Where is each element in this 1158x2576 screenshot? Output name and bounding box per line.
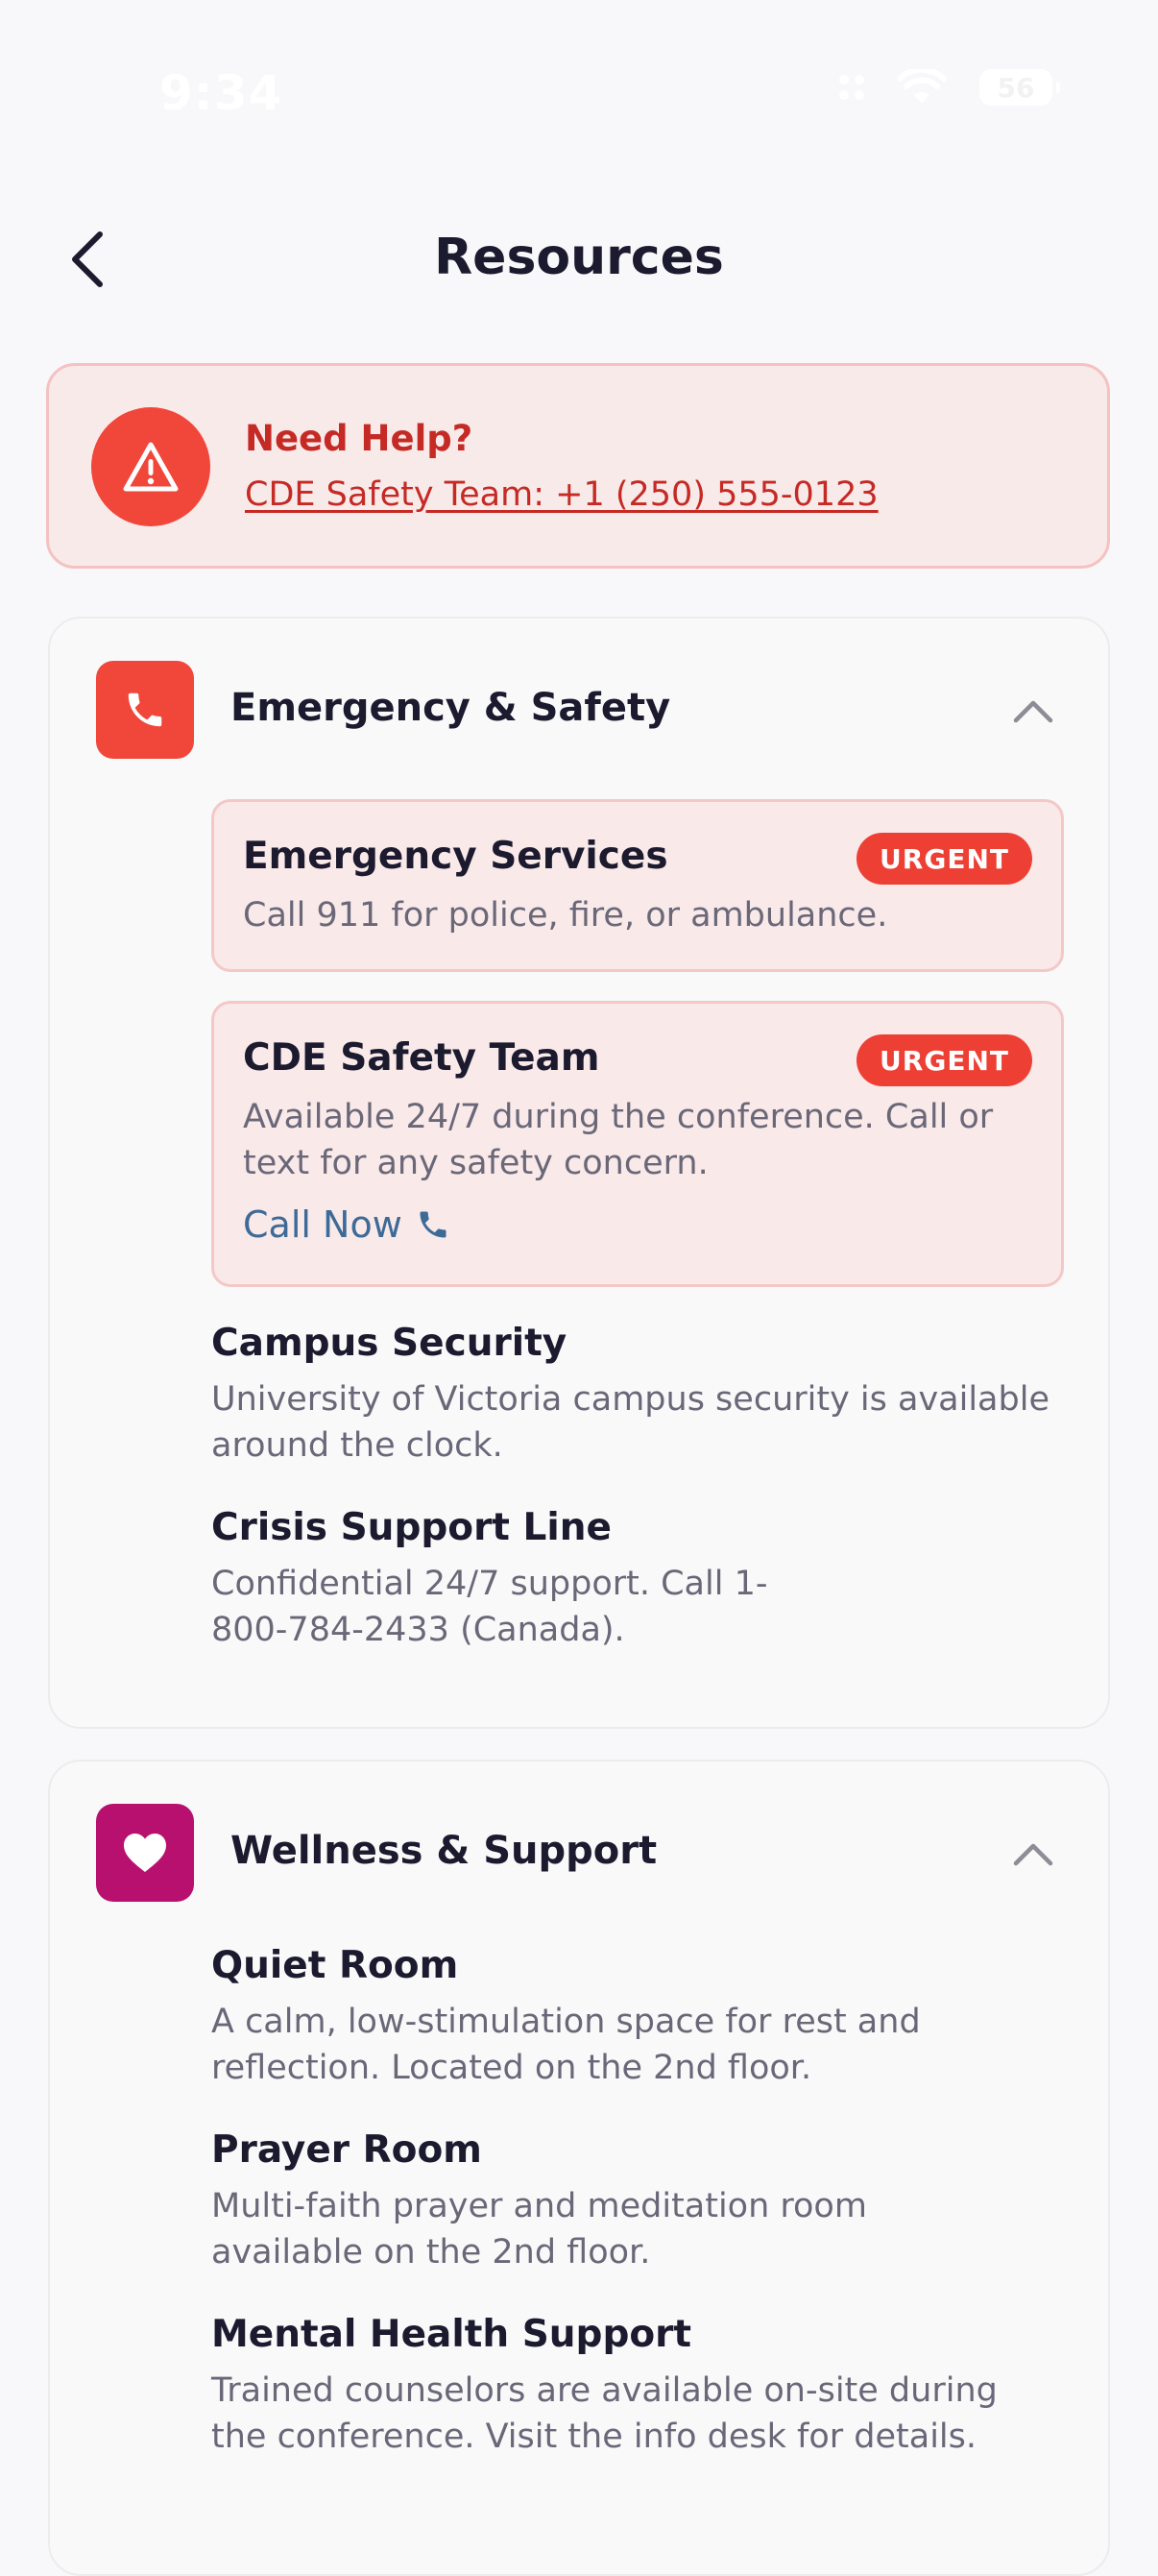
resource-item-campus-security: Campus Security University of Victoria c… bbox=[211, 1322, 1056, 1469]
help-icon-circle bbox=[91, 407, 210, 526]
collapse-chevron-wellness[interactable] bbox=[1010, 1831, 1056, 1877]
collapse-chevron-emergency[interactable] bbox=[1010, 688, 1056, 734]
section-title-wellness: Wellness & Support bbox=[230, 1829, 658, 1873]
resource-description: Multi-faith prayer and meditation room a… bbox=[211, 2187, 867, 2272]
chevron-up-icon bbox=[1013, 700, 1053, 723]
resource-description: Call 911 for police, fire, or ambulance. bbox=[243, 896, 888, 935]
section-icon-wellness bbox=[96, 1804, 194, 1902]
urgent-badge: URGENT bbox=[856, 1034, 1032, 1086]
help-banner: Need Help? CDE Safety Team: +1 (250) 555… bbox=[46, 363, 1110, 569]
resource-description: A calm, low-stimulation space for rest a… bbox=[211, 2003, 921, 2087]
phone-icon bbox=[420, 1211, 446, 1238]
section-wellness-support: Wellness & Support Quiet Room A calm, lo… bbox=[48, 1760, 1110, 2576]
resource-description: Available 24/7 during the conference. Ca… bbox=[243, 1098, 994, 1182]
section-title-emergency: Emergency & Safety bbox=[230, 686, 671, 730]
call-now-label: Call Now bbox=[243, 1203, 402, 1246]
wifi-icon bbox=[897, 69, 947, 104]
resource-item-crisis-support-line: Crisis Support Line Confidential 24/7 su… bbox=[211, 1506, 1056, 1653]
resource-card-cde-safety-team[interactable]: CDE Safety Team URGENT Available 24/7 du… bbox=[211, 1001, 1064, 1287]
resource-title: Crisis Support Line bbox=[211, 1506, 612, 1549]
resource-item-prayer-room: Prayer Room Multi-faith prayer and medit… bbox=[211, 2128, 1056, 2275]
call-now-button[interactable]: Call Now bbox=[243, 1203, 450, 1246]
resource-item-mental-health-support: Mental Health Support Trained counselors… bbox=[211, 2313, 1056, 2460]
resource-title: Prayer Room bbox=[211, 2128, 482, 2172]
phone-icon bbox=[128, 693, 162, 727]
safety-team-phone-link[interactable]: CDE Safety Team: +1 (250) 555-0123 bbox=[245, 475, 879, 514]
section-icon-emergency bbox=[96, 661, 194, 759]
battery-icon: 56 bbox=[979, 69, 1060, 106]
status-bar: 9:34 56 bbox=[0, 0, 1158, 134]
resource-title: Emergency Services bbox=[243, 835, 668, 878]
section-emergency-safety: Emergency & Safety Emergency Services UR… bbox=[48, 617, 1110, 1729]
urgent-badge: URGENT bbox=[856, 833, 1032, 885]
heart-icon bbox=[124, 1834, 166, 1872]
chevron-up-icon bbox=[1013, 1843, 1053, 1866]
status-time: 9:34 bbox=[159, 65, 283, 121]
status-icons: 56 bbox=[839, 69, 1060, 106]
resource-description: Confidential 24/7 support. Call 1-800-78… bbox=[211, 1565, 768, 1649]
resource-title: CDE Safety Team bbox=[243, 1036, 600, 1080]
help-title: Need Help? bbox=[245, 418, 473, 459]
section-header-emergency[interactable]: Emergency & Safety bbox=[50, 619, 1108, 811]
page-title: Resources bbox=[434, 229, 724, 286]
resource-title: Campus Security bbox=[211, 1322, 567, 1365]
section-header-wellness[interactable]: Wellness & Support bbox=[50, 1762, 1108, 1954]
warning-icon bbox=[123, 442, 179, 492]
resource-card-emergency-services[interactable]: Emergency Services URGENT Call 911 for p… bbox=[211, 799, 1064, 972]
resource-description: Trained counselors are available on-site… bbox=[211, 2371, 998, 2456]
resource-item-quiet-room: Quiet Room A calm, low-stimulation space… bbox=[211, 1944, 1056, 2091]
resource-title: Quiet Room bbox=[211, 1944, 459, 1987]
signal-icon bbox=[839, 75, 864, 100]
header: Resources bbox=[0, 211, 1158, 307]
resource-description: University of Victoria campus security i… bbox=[211, 1380, 1049, 1465]
resource-title: Mental Health Support bbox=[211, 2313, 692, 2356]
